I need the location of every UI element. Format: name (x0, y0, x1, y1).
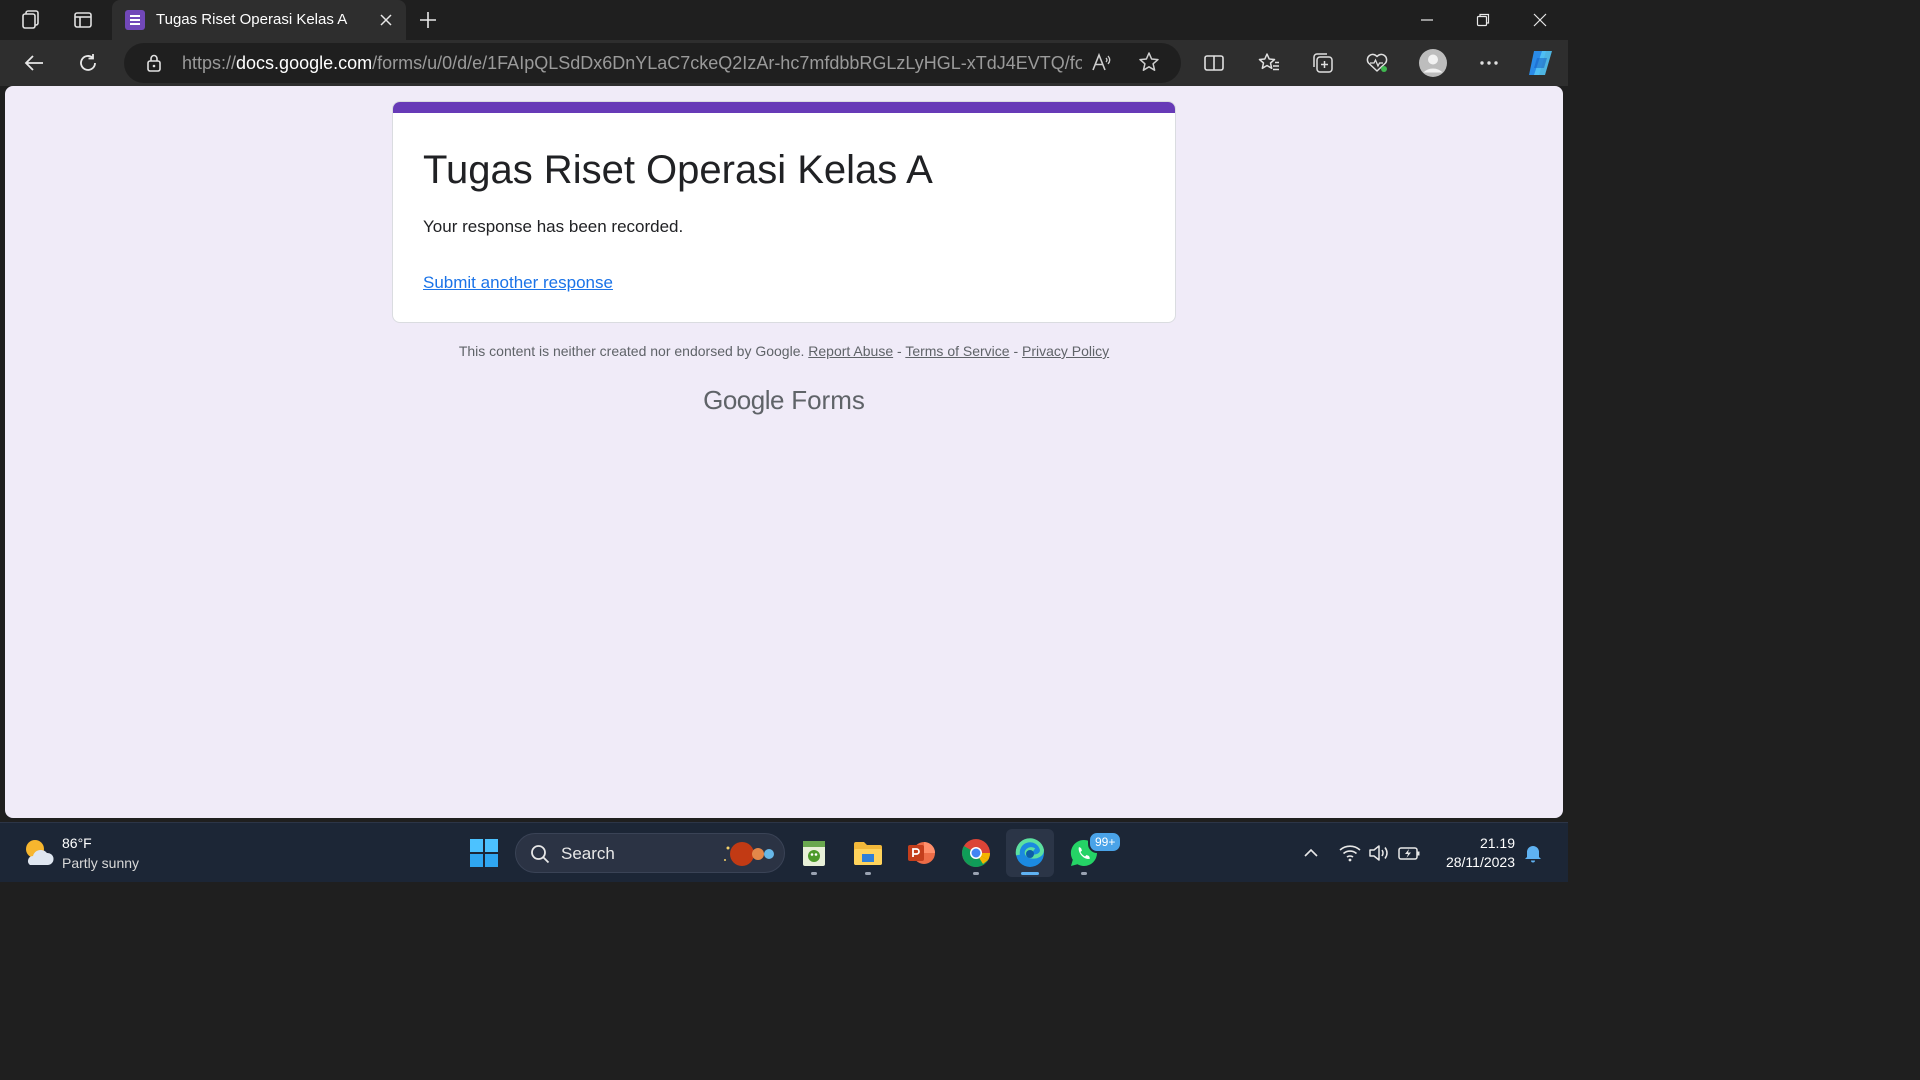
back-icon[interactable] (17, 47, 51, 79)
tab-title: Tugas Riset Operasi Kelas A (156, 11, 348, 28)
start-button[interactable] (460, 829, 508, 877)
split-screen-icon[interactable] (1197, 47, 1231, 79)
form-accent-bar (393, 102, 1175, 113)
app-icon (803, 841, 825, 866)
address-bar[interactable]: https://docs.google.com/forms/u/0/d/e/1F… (124, 43, 1181, 83)
windows-logo-icon (470, 839, 498, 867)
close-window-icon[interactable] (1512, 0, 1568, 40)
logo-google-text: Google (703, 385, 784, 415)
taskbar-app-powerpoint[interactable] (897, 829, 945, 877)
chrome-icon (962, 839, 990, 867)
disclaimer-text: This content is neither created nor endo… (458, 343, 805, 359)
report-abuse-link[interactable]: Report Abuse (808, 343, 893, 359)
windows-taskbar: 86°F Partly sunny Search 99+ 21.19 28/11… (0, 822, 1568, 882)
page-viewport: Tugas Riset Operasi Kelas A Your respons… (5, 86, 1563, 818)
google-forms-favicon-icon (125, 10, 145, 30)
minimize-icon[interactable] (1399, 0, 1455, 40)
volume-icon[interactable] (1367, 841, 1391, 865)
taskbar-app-file-explorer[interactable] (844, 829, 892, 877)
form-title: Tugas Riset Operasi Kelas A (423, 148, 933, 192)
vertical-tabs-icon[interactable] (67, 4, 99, 36)
response-recorded-message: Your response has been recorded. (423, 217, 684, 236)
logo-forms-text: Forms (791, 385, 865, 415)
browser-essentials-icon[interactable] (1360, 47, 1394, 79)
workspaces-icon[interactable] (15, 4, 47, 36)
browser-toolbar: https://docs.google.com/forms/u/0/d/e/1F… (0, 40, 1568, 86)
form-card: Tugas Riset Operasi Kelas A Your respons… (392, 101, 1176, 323)
search-highlight-planets-icon (722, 840, 780, 868)
taskbar-app-chrome[interactable] (952, 829, 1000, 877)
taskbar-app-notepad-game[interactable] (790, 829, 838, 877)
more-menu-icon[interactable] (1472, 47, 1506, 79)
clock-date[interactable]: 28/11/2023 (1420, 854, 1515, 870)
taskbar-search[interactable]: Search (515, 833, 785, 873)
profile-avatar-icon[interactable] (1416, 47, 1450, 79)
footer-separator: - (1013, 343, 1019, 359)
privacy-policy-link[interactable]: Privacy Policy (1022, 343, 1109, 359)
notification-badge: 99+ (1088, 831, 1123, 853)
favorites-icon[interactable] (1252, 47, 1286, 79)
read-aloud-icon[interactable] (1090, 51, 1114, 75)
search-label: Search (561, 844, 615, 863)
footer-disclaimer: This content is neither created nor endo… (5, 343, 1563, 359)
collections-icon[interactable] (1306, 47, 1340, 79)
url-text[interactable]: https://docs.google.com/forms/u/0/d/e/1F… (182, 53, 1082, 74)
folder-icon (854, 842, 882, 865)
taskbar-app-whatsapp[interactable]: 99+ (1060, 829, 1123, 877)
notification-bell-icon[interactable] (1521, 841, 1545, 865)
tab-strip: Tugas Riset Operasi Kelas A (0, 0, 1568, 40)
new-tab-icon[interactable] (414, 4, 442, 36)
weather-description[interactable]: Partly sunny (62, 855, 139, 871)
partly-sunny-icon[interactable] (20, 835, 56, 871)
submit-another-response-link[interactable]: Submit another response (423, 273, 613, 293)
battery-icon[interactable] (1397, 841, 1421, 865)
tab-close-icon[interactable] (376, 10, 396, 30)
weather-temperature[interactable]: 86°F (62, 835, 92, 851)
chevron-up-icon[interactable] (1299, 841, 1323, 865)
footer-separator: - (897, 343, 902, 359)
favorite-star-icon[interactable] (1138, 51, 1162, 75)
copilot-icon[interactable] (1523, 47, 1557, 79)
restore-icon[interactable] (1455, 0, 1511, 40)
google-forms-logo[interactable]: Google Forms (5, 385, 1563, 416)
lock-icon[interactable] (144, 53, 164, 73)
wifi-icon[interactable] (1338, 841, 1362, 865)
refresh-icon[interactable] (71, 47, 105, 79)
powerpoint-icon (908, 842, 935, 864)
tab-active[interactable]: Tugas Riset Operasi Kelas A (112, 0, 406, 40)
terms-of-service-link[interactable]: Terms of Service (905, 343, 1009, 359)
search-icon (530, 844, 550, 864)
taskbar-app-edge[interactable] (1006, 829, 1054, 877)
clock-time[interactable]: 21.19 (1420, 835, 1515, 851)
edge-icon (1015, 838, 1045, 867)
